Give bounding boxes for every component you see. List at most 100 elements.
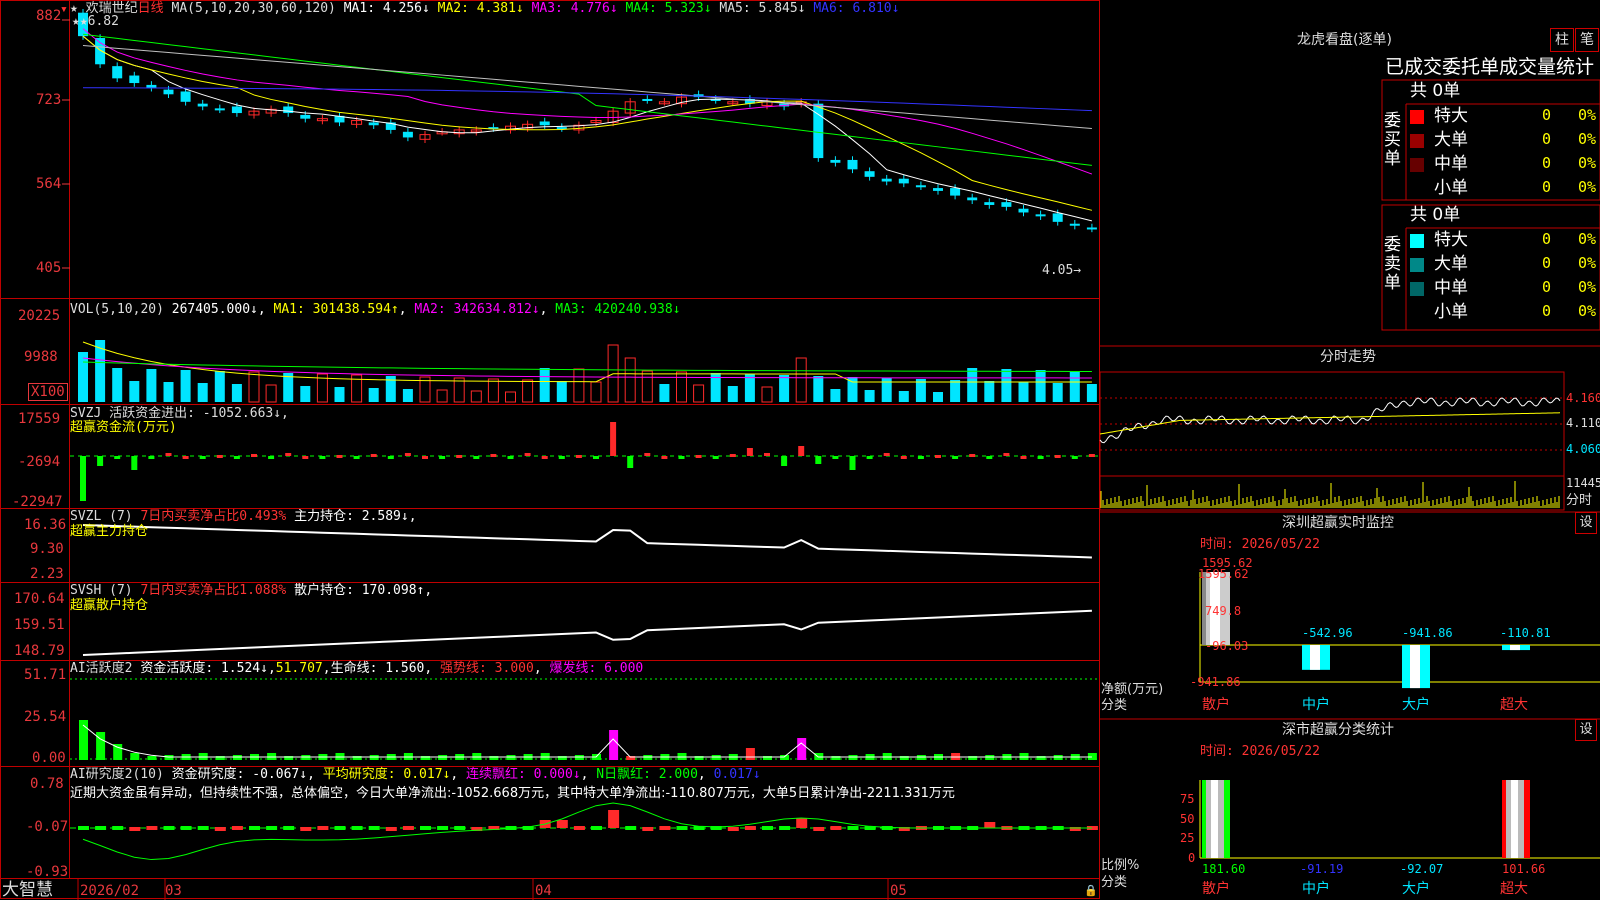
ai1-bar <box>147 756 157 760</box>
ai2-y-tick: 0.78 <box>30 776 64 792</box>
period-label[interactable]: 日线 <box>138 1 164 16</box>
lock-icon[interactable]: 🔒 <box>1084 883 1098 898</box>
ss-cat-label: 散户 <box>1202 881 1230 897</box>
vol-unit-badge[interactable]: X100 <box>28 383 68 401</box>
svzj-bar <box>370 454 377 457</box>
sz-bar-highlight <box>1310 645 1320 670</box>
ma3-line <box>82 28 1093 175</box>
svzj-bar <box>593 456 599 459</box>
svzj-bar <box>952 456 959 459</box>
ss-bar-highlight <box>1511 780 1518 858</box>
ai2-bar <box>249 826 260 830</box>
volume-bar <box>402 389 413 402</box>
volume-bar <box>470 390 482 403</box>
ai1-y-tick: 25.54 <box>24 709 67 725</box>
candle-down <box>1069 223 1080 226</box>
volume-bar <box>641 370 653 403</box>
svzj-bar <box>336 455 343 458</box>
ai2-bar <box>727 827 739 831</box>
intraday-price-tick: 4.110 <box>1566 416 1600 430</box>
brand-corner[interactable]: 大智慧 <box>2 881 53 900</box>
volume-bar <box>283 373 294 402</box>
svzj-bar <box>541 456 548 459</box>
buy-row-name: 特大 <box>1434 106 1468 126</box>
ai2-bar <box>146 826 158 830</box>
bar-mode-button[interactable]: 柱 <box>1550 28 1574 52</box>
ai1-bar <box>113 744 123 760</box>
sz-settings-button[interactable]: 设 <box>1575 512 1597 534</box>
ss-settings-button[interactable]: 设 <box>1575 719 1597 741</box>
buy-row-name: 小单 <box>1434 178 1468 198</box>
buy-row-pct: 0% <box>1578 106 1597 124</box>
svzl-y-tick: 16.36 <box>24 517 67 533</box>
candle-down <box>967 197 978 201</box>
kline-header: ★ 欢瑞世纪日线 MA(5,10,20,30,60,120) MA1: 4.25… <box>70 1 900 16</box>
ai2-bar <box>625 826 637 830</box>
ss-bar-label: 101.66 <box>1502 862 1546 876</box>
sz-bar-label: 1595.62 <box>1202 556 1253 570</box>
svzj-bar <box>798 446 805 456</box>
sell-row-count: 0 <box>1542 302 1552 320</box>
ai2-bar <box>881 826 893 830</box>
svzj-bar <box>781 456 788 466</box>
ai1-bar <box>609 730 619 760</box>
sz-y-tick: -941.86 <box>1190 675 1241 689</box>
ss-y-label: 比例% <box>1101 858 1140 873</box>
x-date-label: 03 <box>165 883 182 899</box>
volume-bar <box>676 371 687 403</box>
last-price-label: 4.05→ <box>1042 263 1082 278</box>
svzj-bar <box>661 456 668 459</box>
svsh-header: SVSH (7) 7日内买卖净占比1.088% 散户持仓: 170.098↑, <box>70 583 433 598</box>
intraday-avg-line <box>1099 412 1561 435</box>
svzj-bar <box>1054 455 1061 458</box>
candle-down <box>864 171 875 177</box>
svzj-bar <box>986 456 993 459</box>
stock-chart-canvas[interactable] <box>0 0 1600 900</box>
candle-down <box>146 84 157 88</box>
sell-row-pct: 0% <box>1578 278 1597 296</box>
high-price-label: ★★6.82 <box>72 14 119 29</box>
volume-bar <box>334 387 345 402</box>
sell-total: 共 0单 <box>1410 205 1461 225</box>
svzj-y-tick: 17559 <box>18 411 61 427</box>
sz-bar-label: -941.86 <box>1402 626 1453 640</box>
ai2-header: AI研究度2(10) 资金研究度: -0.067↓, 平均研究度: 0.017↓… <box>70 767 761 782</box>
svzj-bar <box>1071 456 1078 459</box>
candle-down <box>950 188 961 196</box>
svzj-bar <box>627 456 634 468</box>
sell-row-pct: 0% <box>1578 254 1597 272</box>
volume-bar <box>1018 382 1029 402</box>
ma-params[interactable]: MA(5,10,20,30,60,120) <box>172 1 336 16</box>
svzj-bar <box>729 454 736 457</box>
candle-down <box>642 98 653 101</box>
intraday-price-tick: 4.060 <box>1566 442 1600 456</box>
volume-bar <box>624 357 636 403</box>
volume-bar <box>146 369 157 402</box>
intraday-title[interactable]: 分时走势 <box>1320 350 1376 365</box>
volume-bar <box>522 379 534 403</box>
volume-bar <box>214 371 225 402</box>
volume-bar <box>1035 370 1046 402</box>
ai2-bar <box>847 826 859 830</box>
svzl-y-tick: 2.23 <box>30 566 64 582</box>
sz-cat-label: 中户 <box>1302 697 1330 713</box>
volume-bar <box>659 384 670 402</box>
ss-stats-title: 深市超赢分类统计 <box>1282 722 1394 738</box>
candle-down <box>984 202 995 205</box>
volume-bar <box>898 391 909 402</box>
svzj-bar <box>610 422 617 456</box>
ai2-bar <box>231 826 243 830</box>
sell-row-name: 大单 <box>1434 254 1468 274</box>
svzj-header[interactable]: SVZJ 活跃资金进出: -1052.663↓, <box>70 406 289 421</box>
menu-arrow-icon[interactable]: ▾ <box>60 2 68 17</box>
tick-mode-button[interactable]: 笔 <box>1575 28 1599 52</box>
svzj-bar <box>832 456 839 459</box>
kline-y-tick: 723 <box>36 92 62 108</box>
kline-y-tick: 882 <box>36 8 62 24</box>
candle-down <box>283 106 294 114</box>
candle-down <box>402 131 413 138</box>
candle-down <box>214 108 225 111</box>
volume-bar <box>539 368 550 402</box>
candle-down <box>1001 202 1012 207</box>
ss-cat-label: 中户 <box>1302 881 1330 897</box>
